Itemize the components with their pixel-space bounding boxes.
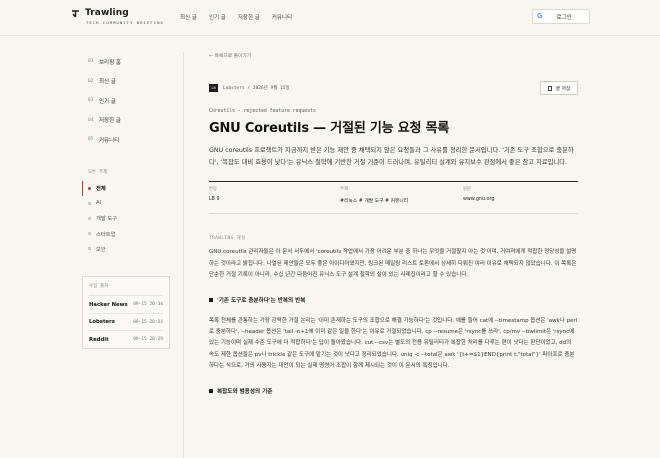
commentary-label: TRAWLING 해설 xyxy=(209,236,246,242)
article-kicker: Coreutils - rejected feature requests xyxy=(209,109,316,114)
login-button[interactable]: G 로그인 xyxy=(532,9,590,24)
source-badge: LB xyxy=(209,84,218,92)
feed-sources-panel: 수집 출처 Hacker News 09-15 20:34 Lobsters 09-… xyxy=(82,276,170,349)
logo-title: Trawling xyxy=(85,8,129,18)
article: ← 목록으로 돌아가기 LB Lobsters / 2026년 9월 15일 글… xyxy=(209,52,578,395)
info-reactions: 반응 LB 9 xyxy=(209,187,220,203)
topic-dot-icon xyxy=(88,247,91,251)
feed-source-row[interactable]: Reddit 09-15 20:29 xyxy=(89,330,163,348)
topic-dot-icon xyxy=(88,201,91,205)
logo[interactable]: Trawling xyxy=(71,8,129,18)
topics-label: 모든 주제 xyxy=(88,169,108,175)
nav-popular[interactable]: 인기 글 xyxy=(209,13,226,21)
article-subheading: '기존 도구로 충분하다'는 반복의 반복 xyxy=(209,296,578,304)
article-info-table: 반응 LB 9 주제 #리눅스 # 개발 도구 # 커뮤니티 원문 www.gn… xyxy=(209,181,578,215)
main-nav: 최신 글 인기 글 저장한 글 커뮤니티 xyxy=(180,13,304,21)
sidebar-item-popular[interactable]: 03 인기 글 xyxy=(82,91,174,111)
topic-dot-icon xyxy=(88,232,91,236)
article-meta: LB Lobsters / 2026년 9월 15일 글 저장 xyxy=(209,80,578,96)
topic-dot-icon xyxy=(88,216,91,220)
sidebar-divider xyxy=(183,52,184,458)
article-paragraph: 목록 전체를 관통하는 가장 강력한 거절 논리는 '이미 존재하는 도구의 조… xyxy=(209,317,578,370)
bookmark-icon xyxy=(547,85,552,91)
info-source: 원문 www.gnu.org xyxy=(463,187,495,203)
logo-tagline: TECH COMMUNITY BRIEFING xyxy=(86,20,164,25)
topic-dot-icon xyxy=(88,186,91,190)
feed-source-row[interactable]: Hacker News 09-15 20:34 xyxy=(89,295,163,313)
topic-security[interactable]: 보안 xyxy=(82,241,174,256)
nav-community[interactable]: 커뮤니티 xyxy=(272,13,292,21)
topic-all[interactable]: 전체 xyxy=(82,180,174,196)
article-source-date: Lobsters / 2026년 9월 15일 xyxy=(223,86,290,91)
sidebar-item-saved[interactable]: 04 저장한 글 xyxy=(82,111,174,131)
logo-icon xyxy=(71,9,80,18)
sidebar-item-community[interactable]: 05 커뮤니티 xyxy=(82,130,174,150)
square-bullet-icon xyxy=(209,297,213,302)
article-paragraph: GNU coreutils 관리자들은 이 문서 서두에서 'coreutils… xyxy=(209,249,577,279)
sidebar-item-latest[interactable]: 02 최신 글 xyxy=(82,72,174,92)
back-to-list-link[interactable]: ← 목록으로 돌아가기 xyxy=(209,52,578,59)
article-lead: GNU coreutils 프로젝트가 지금까지 받은 기능 제안 중 채택되지… xyxy=(209,147,574,167)
topic-dev-tools[interactable]: 개발 도구 xyxy=(82,211,174,226)
topic-startup[interactable]: 스타트업 xyxy=(82,226,174,241)
top-bar: Trawling TECH COMMUNITY BRIEFING 최신 글 인기… xyxy=(0,0,660,36)
article-subheading: 복잡도와 범용성의 기준 xyxy=(209,387,578,395)
save-article-button[interactable]: 글 저장 xyxy=(540,81,578,95)
info-topics: 주제 #리눅스 # 개발 도구 # 커뮤니티 xyxy=(340,187,409,205)
nav-latest[interactable]: 최신 글 xyxy=(180,13,197,21)
topic-ai[interactable]: AI xyxy=(82,196,174,211)
article-title: GNU Coreutils — 거절된 기능 요청 목록 xyxy=(209,121,450,136)
google-icon: G xyxy=(537,13,543,20)
source-link[interactable]: www.gnu.org xyxy=(463,197,494,202)
sidebar-item-home[interactable]: 01 브리핑 홈 xyxy=(82,52,174,72)
square-bullet-icon xyxy=(209,388,213,393)
feed-sources-title: 수집 출처 xyxy=(89,284,109,290)
sidebar: 01 브리핑 홈 02 최신 글 03 인기 글 04 저장한 글 05 커뮤니티 모든 … xyxy=(82,52,174,349)
feed-source-row[interactable]: Lobsters 09-15 20:34 xyxy=(89,312,163,331)
nav-saved[interactable]: 저장한 글 xyxy=(238,13,260,21)
login-label: 로그인 xyxy=(556,14,572,21)
